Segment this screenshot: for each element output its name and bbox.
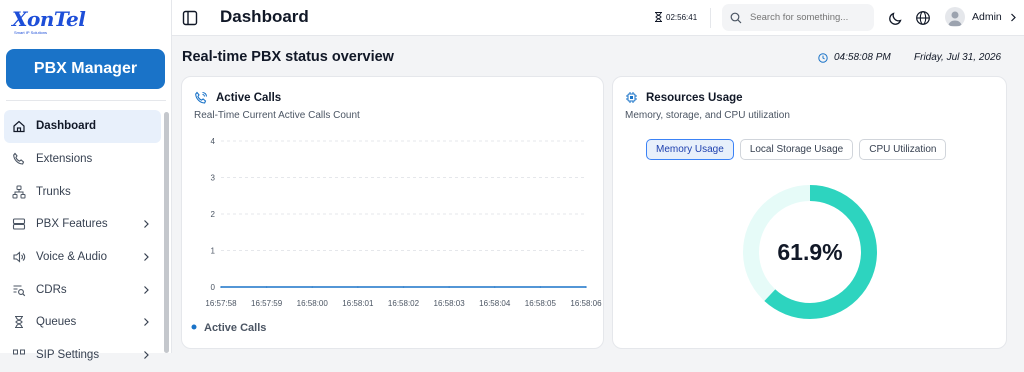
phone-calling-icon [195,91,208,104]
time-value: 04:58:08 PM [834,52,891,63]
chevron-right-icon [144,285,149,294]
usage-percent: 61.9% [777,238,843,265]
sidebar-item-trunks[interactable]: Trunks [4,175,161,208]
hourglass-icon [655,12,662,22]
user-name[interactable]: Admin [972,11,1002,23]
search-input[interactable] [750,12,870,23]
sidebar-item-label: Trunks [36,185,71,198]
data-point [357,286,359,288]
legend-marker [191,324,197,330]
page-header-title: Dashboard [220,7,309,26]
sidebar-nav: Dashboard Extensions Trunks PBX Features Voi… [4,110,161,372]
y-tick-label: 1 [211,247,216,256]
home-icon [13,121,25,133]
logo-text: XonTel [12,7,86,31]
phone-icon [13,152,25,165]
active-calls-title-text: Active Calls [216,92,282,104]
speaker-icon [13,251,26,263]
sidebar-item-cdrs[interactable]: CDRs [4,273,161,306]
data-point [402,286,405,288]
search-icon [730,12,742,23]
search-box[interactable] [722,4,874,31]
resource-tabs: Memory Usage Local Storage Usage CPU Utili… [646,139,947,160]
x-tick-label: 16:58:01 [342,299,374,308]
sidebar-item-queues[interactable]: Queues [4,306,161,339]
pbx-manager-button[interactable]: PBX Manager [6,49,165,89]
clock-icon [818,52,828,63]
topbar-divider [710,8,711,28]
x-tick-label: 16:58:03 [434,299,466,308]
x-tick-label: 16:58:05 [525,299,557,308]
page-title: Real-time PBX status overview [182,49,394,65]
list-search-icon [13,285,26,296]
active-calls-title: Active Calls [194,91,281,105]
sidebar-item-extensions[interactable]: Extensions [4,143,161,176]
y-tick-label: 2 [211,210,216,219]
network-icon [12,185,26,199]
dark-mode-icon[interactable] [888,10,904,26]
legend-label: Active Calls [204,322,266,334]
sidebar-item-label: PBX Features [36,218,108,231]
x-tick-label: 16:58:06 [570,299,602,308]
resources-usage-card: Resources Usage Memory, storage, and CPU… [612,76,1007,349]
y-tick-label: 4 [211,137,216,146]
y-tick-label: 0 [211,283,216,292]
main-content: Real-time PBX status overview 04:58:08 P… [172,36,1024,353]
chevron-right-icon[interactable] [1010,13,1017,22]
current-date: Friday, Jul 31, 2026 [914,52,1002,63]
chevron-right-icon [144,318,149,327]
sidebar-item-voice-audio[interactable]: Voice & Audio [4,241,161,274]
hourglass-icon [15,316,23,329]
data-point [265,286,268,288]
topbar: Dashboard 02:56:41 Admin [172,0,1024,36]
language-globe-icon[interactable] [915,10,931,26]
current-time: 04:58:08 PM [818,52,891,63]
data-point [585,286,587,288]
chevron-right-icon [144,351,149,360]
tab-memory-usage[interactable]: Memory Usage [646,139,734,160]
sidebar-item-label: Dashboard [36,120,97,133]
x-tick-label: 16:58:00 [297,299,329,308]
y-tick-label: 3 [211,174,216,183]
data-point [448,286,450,288]
chevron-right-icon [144,253,149,262]
resources-title: Resources Usage [625,91,743,104]
x-tick-label: 16:58:02 [388,299,420,308]
tab-cpu-utilization[interactable]: CPU Utilization [859,139,947,160]
brand-logo[interactable]: XonTel Smart IP Solutions [12,7,86,36]
x-tick-label: 16:58:04 [479,299,511,308]
sidebar-item-label: CDRs [36,283,67,296]
avatar[interactable] [945,7,965,27]
tab-local-storage-usage[interactable]: Local Storage Usage [739,139,854,160]
resources-subtitle: Memory, storage, and CPU utilization [625,110,790,121]
active-calls-subtitle: Real-Time Current Active Calls Count [194,110,360,121]
sidebar-item-dashboard[interactable]: Dashboard [4,110,161,143]
sidebar-item-label: Voice & Audio [36,251,107,264]
data-point [493,286,496,288]
server-icon [12,218,26,230]
session-timer: 02:56:41 [654,12,697,22]
timer-value: 02:56:41 [666,12,698,22]
sidebar-item-pbx-features[interactable]: PBX Features [4,208,161,241]
sidebar-toggle-icon[interactable] [182,10,198,26]
data-point [311,286,314,288]
chevron-right-icon [144,220,149,229]
sidebar-item-sip-settings[interactable]: SIP Settings [4,339,161,372]
x-tick-label: 16:57:58 [205,299,237,308]
data-point [220,286,222,288]
active-calls-chart: 0 1 2 3 4 16:57:58 16:57:59 16:58:00 16:58:01 16:… [191,137,602,334]
sidebar-item-label: Queues [36,316,77,329]
sidebar-item-label: Extensions [36,153,93,166]
cpu-chip-icon [626,92,637,103]
sip-icon [13,349,25,355]
sidebar-item-label: SIP Settings [36,349,100,362]
sidebar-divider [6,100,166,101]
active-calls-card: Active Calls Real-Time Current Active Ca… [181,76,604,349]
x-tick-label: 16:57:59 [251,299,283,308]
sidebar: XonTel Smart IP Solutions PBX Manager Da… [0,0,172,361]
user-icon [948,11,962,26]
data-point [539,286,542,288]
sidebar-scrollbar[interactable] [164,112,169,353]
resources-title-text: Resources Usage [646,91,743,104]
